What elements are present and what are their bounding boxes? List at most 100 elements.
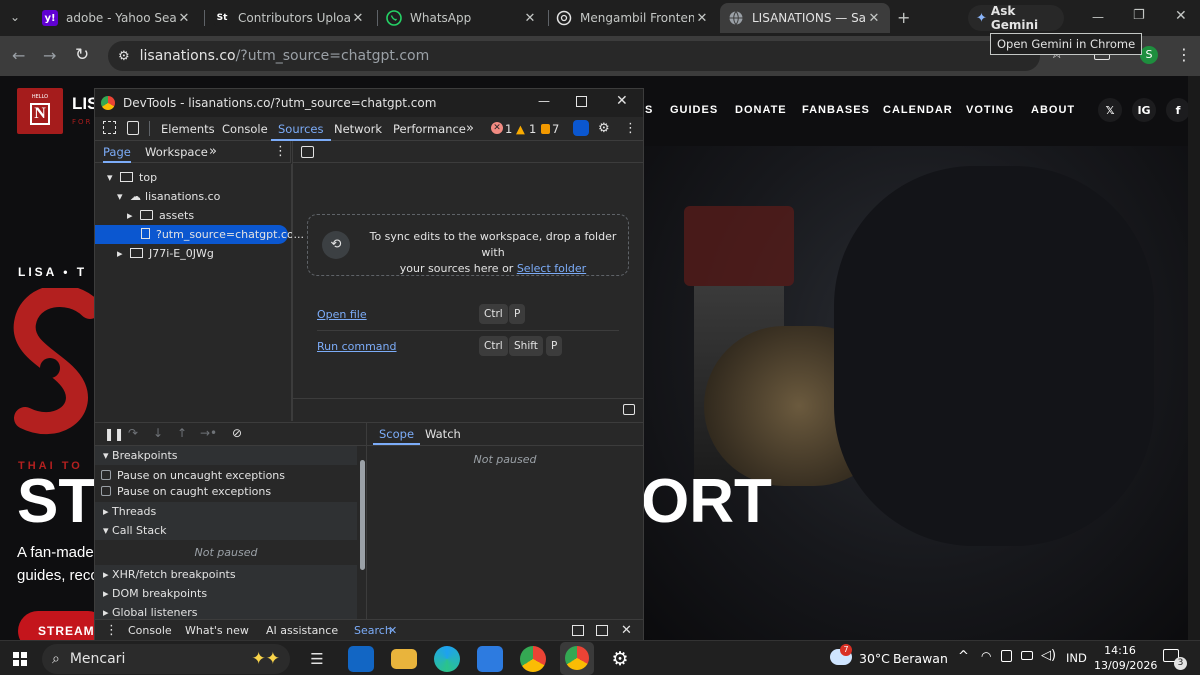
site-logo[interactable]: HELLO N — [17, 88, 63, 134]
chrome-icon[interactable] — [520, 646, 546, 672]
issues-icon[interactable] — [541, 124, 550, 134]
page-scrollbar[interactable] — [1188, 76, 1200, 640]
edge-icon[interactable] — [434, 646, 460, 672]
more-navigator-icon[interactable]: » — [209, 141, 217, 163]
tree-item-domain[interactable]: ▾ ☁ lisanations.co — [95, 187, 291, 206]
forward-icon[interactable]: → — [43, 46, 56, 65]
section-call-stack[interactable]: ▾ Call Stack — [95, 521, 357, 540]
close-icon[interactable]: ✕ — [388, 620, 397, 641]
settings-gear-icon[interactable]: ⚙ — [598, 117, 610, 141]
select-folder-link[interactable]: Select folder — [517, 262, 586, 275]
tree-item-frame[interactable]: ▸ J77i-E_0JWg — [95, 244, 291, 263]
step-icon[interactable]: →• — [200, 426, 217, 440]
volume-icon[interactable]: ◁) — [1041, 648, 1056, 663]
deactivate-breakpoints-icon[interactable]: ⊘ — [232, 426, 242, 440]
more-tabs-icon[interactable]: » — [466, 117, 474, 141]
tree-item-assets[interactable]: ▸ assets — [95, 206, 291, 225]
tree-item-document[interactable]: ?utm_source=chatgpt.co... — [95, 225, 304, 244]
tab-search-icon[interactable]: ⌄ — [10, 10, 20, 24]
tab-console[interactable]: Console — [222, 117, 268, 141]
weather-text[interactable]: Berawan — [893, 651, 948, 666]
drawer-tab-whats-new[interactable]: What's new — [185, 620, 249, 641]
open-file-link[interactable]: Open file — [317, 308, 367, 321]
weather-temp[interactable]: 30°C — [859, 651, 890, 666]
toggle-debugger-icon[interactable] — [623, 404, 635, 415]
checkbox[interactable] — [101, 470, 111, 480]
menu-icon[interactable]: ⋮ — [1176, 45, 1192, 64]
maximize-button[interactable] — [576, 96, 587, 107]
tab-mengambil[interactable]: Mengambil Frontend Ke ✕ — [548, 3, 718, 33]
workspace-drop-zone[interactable]: ⟲ To sync edits to the workspace, drop a… — [307, 214, 629, 276]
close-icon[interactable]: ✕ — [694, 11, 710, 26]
drawer-tab-search[interactable]: Search — [354, 620, 392, 641]
dock-side-icon[interactable] — [572, 625, 584, 636]
close-icon[interactable]: ✕ — [176, 11, 192, 26]
close-drawer-icon[interactable]: ✕ — [621, 620, 632, 641]
file-explorer-icon[interactable] — [391, 649, 417, 669]
search-box[interactable]: ⌕ Mencari ✦✦ — [42, 644, 290, 674]
store-icon[interactable] — [477, 646, 503, 672]
sidebar-scrollbar[interactable] — [358, 446, 366, 619]
close-icon[interactable]: ✕ — [522, 11, 538, 26]
chevron-up-icon[interactable]: ^ — [958, 649, 969, 664]
step-into-icon[interactable]: ↓ — [153, 426, 163, 440]
pause-caught-checkbox[interactable]: Pause on caught exceptions — [95, 482, 357, 501]
nav-item-about[interactable]: ABOUT — [1031, 104, 1075, 116]
nav-item-fanbases[interactable]: FANBASES — [802, 104, 870, 116]
tree-item-top[interactable]: ▾ top — [95, 168, 291, 187]
facebook-icon[interactable]: f — [1166, 98, 1190, 122]
restore-button[interactable]: ❐ — [1133, 8, 1145, 23]
tab-yahoo[interactable]: y! adobe - Yahoo Search R ✕ — [34, 3, 200, 33]
tab-whatsapp[interactable]: WhatsApp ✕ — [378, 3, 546, 33]
ai-assistance-icon[interactable] — [573, 120, 589, 136]
clock[interactable]: 14:16 13/09/2026 — [1094, 643, 1157, 673]
close-button[interactable]: ✕ — [616, 93, 628, 109]
run-command-link[interactable]: Run command — [317, 340, 397, 353]
section-dom-breakpoints[interactable]: ▸ DOM breakpoints — [95, 584, 357, 603]
step-out-icon[interactable]: ↑ — [177, 426, 187, 440]
nav-item-calendar[interactable]: CALENDAR — [883, 104, 953, 116]
tab-scope[interactable]: Scope — [373, 423, 421, 445]
tab-performance[interactable]: Performance — [393, 117, 466, 141]
task-view-icon[interactable]: ☰ — [304, 646, 330, 672]
profile-avatar[interactable]: S — [1140, 46, 1158, 64]
battery-icon[interactable] — [1021, 651, 1033, 660]
toggle-navigator-icon[interactable] — [301, 146, 314, 158]
tab-contributors[interactable]: St Contributors Upload Fil ✕ — [206, 3, 374, 33]
close-icon[interactable]: ✕ — [866, 11, 882, 26]
tab-workspace[interactable]: Workspace — [145, 141, 208, 163]
minimize-button[interactable]: — — [538, 94, 550, 108]
ask-gemini-button[interactable]: ✦ Ask Gemini — [968, 4, 1064, 32]
new-tab-button[interactable]: + — [897, 8, 910, 27]
chrome-active-icon[interactable] — [560, 642, 594, 675]
pause-icon[interactable]: ❚❚ — [104, 427, 124, 441]
drawer-toggle-icon[interactable] — [596, 625, 608, 636]
warning-icon[interactable]: ▲ — [516, 117, 525, 141]
minimize-button[interactable]: — — [1092, 10, 1104, 24]
device-toolbar-icon[interactable] — [127, 121, 139, 135]
language-indicator[interactable]: IND — [1066, 651, 1087, 665]
tab-network[interactable]: Network — [334, 117, 382, 141]
drawer-menu-icon[interactable]: ⋮ — [105, 620, 118, 641]
x-icon[interactable]: 𝕏 — [1098, 98, 1122, 122]
close-window-button[interactable]: ✕ — [1175, 8, 1187, 24]
tab-watch[interactable]: Watch — [425, 423, 461, 445]
reload-icon[interactable]: ↻ — [75, 45, 89, 65]
address-bar[interactable]: ⚙ lisanations.co/?utm_source=chatgpt.com — [108, 41, 1040, 71]
tab-sources[interactable]: Sources — [271, 117, 331, 141]
navigator-menu-icon[interactable]: ⋮ — [274, 141, 287, 163]
inspect-element-icon[interactable] — [103, 121, 116, 134]
windows-start-icon[interactable] — [13, 652, 27, 666]
customize-menu-icon[interactable]: ⋮ — [624, 117, 637, 141]
nav-item-partial[interactable]: S — [645, 104, 653, 116]
section-global-listeners[interactable]: ▸ Global listeners — [95, 603, 357, 619]
section-breakpoints[interactable]: ▾ Breakpoints — [95, 446, 357, 465]
site-info-icon[interactable]: ⚙ — [118, 49, 130, 64]
wifi-icon[interactable]: ◠ — [981, 649, 991, 663]
outlook-icon[interactable] — [348, 646, 374, 672]
nav-item-voting[interactable]: VOTING — [966, 104, 1014, 116]
tab-elements[interactable]: Elements — [161, 117, 215, 141]
drawer-tab-console[interactable]: Console — [128, 620, 172, 641]
back-icon[interactable]: ← — [12, 46, 25, 65]
drawer-tab-ai-assistance[interactable]: AI assistance — [266, 620, 338, 641]
